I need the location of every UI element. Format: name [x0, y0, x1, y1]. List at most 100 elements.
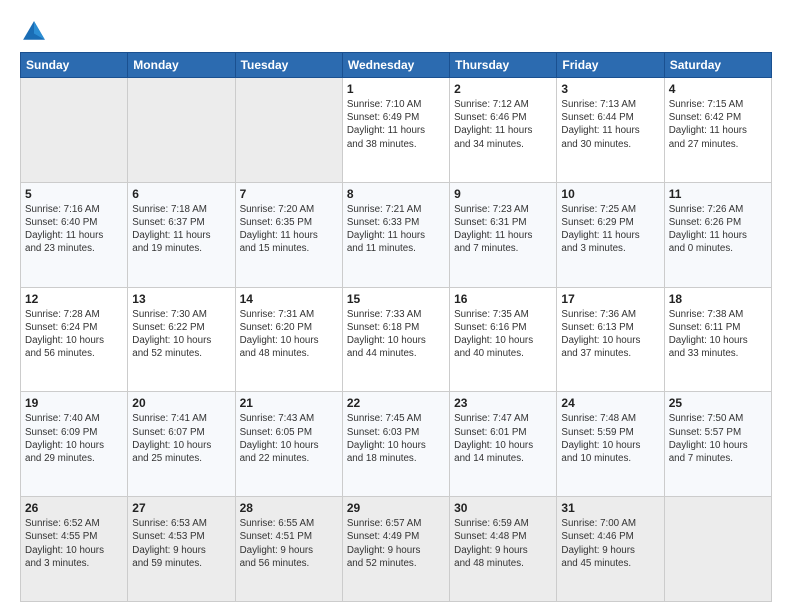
calendar-cell: 30 Sunrise: 6:59 AM Sunset: 4:48 PM Dayli…	[450, 497, 557, 602]
day-info: Sunrise: 7:15 AM Sunset: 6:42 PM Dayligh…	[669, 98, 767, 151]
day-info: Sunrise: 7:00 AM Sunset: 4:46 PM Dayligh…	[561, 517, 659, 570]
calendar-cell: 21 Sunrise: 7:43 AM Sunset: 6:05 PM Dayli…	[235, 392, 342, 497]
day-info: Sunrise: 7:43 AM Sunset: 6:05 PM Dayligh…	[240, 412, 338, 465]
day-info: Sunrise: 7:21 AM Sunset: 6:33 PM Dayligh…	[347, 203, 445, 256]
day-info: Sunrise: 7:16 AM Sunset: 6:40 PM Dayligh…	[25, 203, 123, 256]
day-number: 21	[240, 396, 338, 410]
page: SundayMondayTuesdayWednesdayThursdayFrid…	[0, 0, 792, 612]
calendar-cell: 6 Sunrise: 7:18 AM Sunset: 6:37 PM Daylig…	[128, 182, 235, 287]
calendar-cell: 17Sunrise: 7:36 AM Sunset: 6:13 PM Dayli…	[557, 287, 664, 392]
day-number: 20	[132, 396, 230, 410]
calendar-cell: 31 Sunrise: 7:00 AM Sunset: 4:46 PM Dayli…	[557, 497, 664, 602]
day-number: 9	[454, 187, 552, 201]
day-number: 23	[454, 396, 552, 410]
day-number: 24	[561, 396, 659, 410]
calendar-cell: 26 Sunrise: 6:52 AM Sunset: 4:55 PM Dayli…	[21, 497, 128, 602]
logo-icon	[20, 18, 48, 46]
day-info: Sunrise: 7:48 AM Sunset: 5:59 PM Dayligh…	[561, 412, 659, 465]
day-info: Sunrise: 7:47 AM Sunset: 6:01 PM Dayligh…	[454, 412, 552, 465]
day-info: Sunrise: 7:45 AM Sunset: 6:03 PM Dayligh…	[347, 412, 445, 465]
calendar-cell: 23 Sunrise: 7:47 AM Sunset: 6:01 PM Dayli…	[450, 392, 557, 497]
calendar-cell: 22Sunrise: 7:45 AM Sunset: 6:03 PM Dayli…	[342, 392, 449, 497]
day-info: Sunrise: 7:38 AM Sunset: 6:11 PM Dayligh…	[669, 308, 767, 361]
day-number: 10	[561, 187, 659, 201]
weekday-header-wednesday: Wednesday	[342, 53, 449, 78]
day-number: 17	[561, 292, 659, 306]
day-number: 3	[561, 82, 659, 96]
weekday-header-saturday: Saturday	[664, 53, 771, 78]
calendar-cell: 4 Sunrise: 7:15 AM Sunset: 6:42 PM Daylig…	[664, 78, 771, 183]
day-info: Sunrise: 6:53 AM Sunset: 4:53 PM Dayligh…	[132, 517, 230, 570]
weekday-header-sunday: Sunday	[21, 53, 128, 78]
weekday-header-monday: Monday	[128, 53, 235, 78]
week-row-2: 5 Sunrise: 7:16 AM Sunset: 6:40 PM Daylig…	[21, 182, 772, 287]
day-info: Sunrise: 7:33 AM Sunset: 6:18 PM Dayligh…	[347, 308, 445, 361]
day-number: 27	[132, 501, 230, 515]
calendar-cell: 28 Sunrise: 6:55 AM Sunset: 4:51 PM Dayli…	[235, 497, 342, 602]
day-number: 29	[347, 501, 445, 515]
weekday-header-friday: Friday	[557, 53, 664, 78]
day-info: Sunrise: 7:50 AM Sunset: 5:57 PM Dayligh…	[669, 412, 767, 465]
calendar-cell: 18 Sunrise: 7:38 AM Sunset: 6:11 PM Dayli…	[664, 287, 771, 392]
week-row-3: 12Sunrise: 7:28 AM Sunset: 6:24 PM Dayli…	[21, 287, 772, 392]
day-info: Sunrise: 7:25 AM Sunset: 6:29 PM Dayligh…	[561, 203, 659, 256]
calendar-cell: 19 Sunrise: 7:40 AM Sunset: 6:09 PM Dayli…	[21, 392, 128, 497]
day-info: Sunrise: 7:40 AM Sunset: 6:09 PM Dayligh…	[25, 412, 123, 465]
calendar-cell: 5 Sunrise: 7:16 AM Sunset: 6:40 PM Daylig…	[21, 182, 128, 287]
calendar-cell: 25 Sunrise: 7:50 AM Sunset: 5:57 PM Dayli…	[664, 392, 771, 497]
day-info: Sunrise: 6:59 AM Sunset: 4:48 PM Dayligh…	[454, 517, 552, 570]
calendar-cell: 29 Sunrise: 6:57 AM Sunset: 4:49 PM Dayli…	[342, 497, 449, 602]
header	[20, 18, 772, 46]
day-number: 15	[347, 292, 445, 306]
day-info: Sunrise: 7:41 AM Sunset: 6:07 PM Dayligh…	[132, 412, 230, 465]
calendar-cell: 3 Sunrise: 7:13 AM Sunset: 6:44 PM Daylig…	[557, 78, 664, 183]
day-number: 26	[25, 501, 123, 515]
day-info: Sunrise: 7:10 AM Sunset: 6:49 PM Dayligh…	[347, 98, 445, 151]
day-number: 7	[240, 187, 338, 201]
day-number: 28	[240, 501, 338, 515]
weekday-header-row: SundayMondayTuesdayWednesdayThursdayFrid…	[21, 53, 772, 78]
day-number: 30	[454, 501, 552, 515]
day-number: 11	[669, 187, 767, 201]
day-info: Sunrise: 6:57 AM Sunset: 4:49 PM Dayligh…	[347, 517, 445, 570]
day-info: Sunrise: 7:30 AM Sunset: 6:22 PM Dayligh…	[132, 308, 230, 361]
day-number: 4	[669, 82, 767, 96]
day-info: Sunrise: 7:13 AM Sunset: 6:44 PM Dayligh…	[561, 98, 659, 151]
calendar-cell	[664, 497, 771, 602]
day-info: Sunrise: 7:35 AM Sunset: 6:16 PM Dayligh…	[454, 308, 552, 361]
day-number: 1	[347, 82, 445, 96]
day-number: 12	[25, 292, 123, 306]
day-number: 18	[669, 292, 767, 306]
day-number: 25	[669, 396, 767, 410]
day-number: 19	[25, 396, 123, 410]
day-number: 6	[132, 187, 230, 201]
calendar-cell: 27 Sunrise: 6:53 AM Sunset: 4:53 PM Dayli…	[128, 497, 235, 602]
calendar-cell: 24 Sunrise: 7:48 AM Sunset: 5:59 PM Dayli…	[557, 392, 664, 497]
calendar-cell	[235, 78, 342, 183]
day-info: Sunrise: 7:20 AM Sunset: 6:35 PM Dayligh…	[240, 203, 338, 256]
day-info: Sunrise: 7:18 AM Sunset: 6:37 PM Dayligh…	[132, 203, 230, 256]
calendar: SundayMondayTuesdayWednesdayThursdayFrid…	[20, 52, 772, 602]
day-info: Sunrise: 7:31 AM Sunset: 6:20 PM Dayligh…	[240, 308, 338, 361]
day-number: 5	[25, 187, 123, 201]
week-row-1: 1 Sunrise: 7:10 AM Sunset: 6:49 PM Daylig…	[21, 78, 772, 183]
day-number: 14	[240, 292, 338, 306]
calendar-cell: 9Sunrise: 7:23 AM Sunset: 6:31 PM Daylig…	[450, 182, 557, 287]
calendar-cell: 1 Sunrise: 7:10 AM Sunset: 6:49 PM Daylig…	[342, 78, 449, 183]
weekday-header-tuesday: Tuesday	[235, 53, 342, 78]
week-row-5: 26 Sunrise: 6:52 AM Sunset: 4:55 PM Dayli…	[21, 497, 772, 602]
calendar-cell: 10 Sunrise: 7:25 AM Sunset: 6:29 PM Dayli…	[557, 182, 664, 287]
calendar-cell: 20 Sunrise: 7:41 AM Sunset: 6:07 PM Dayli…	[128, 392, 235, 497]
day-info: Sunrise: 7:26 AM Sunset: 6:26 PM Dayligh…	[669, 203, 767, 256]
calendar-cell: 12Sunrise: 7:28 AM Sunset: 6:24 PM Dayli…	[21, 287, 128, 392]
day-info: Sunrise: 6:55 AM Sunset: 4:51 PM Dayligh…	[240, 517, 338, 570]
calendar-cell: 16Sunrise: 7:35 AM Sunset: 6:16 PM Dayli…	[450, 287, 557, 392]
day-number: 31	[561, 501, 659, 515]
day-info: Sunrise: 6:52 AM Sunset: 4:55 PM Dayligh…	[25, 517, 123, 570]
calendar-cell	[128, 78, 235, 183]
calendar-cell: 7 Sunrise: 7:20 AM Sunset: 6:35 PM Daylig…	[235, 182, 342, 287]
calendar-cell: 11 Sunrise: 7:26 AM Sunset: 6:26 PM Dayli…	[664, 182, 771, 287]
calendar-cell: 8Sunrise: 7:21 AM Sunset: 6:33 PM Daylig…	[342, 182, 449, 287]
day-number: 2	[454, 82, 552, 96]
calendar-cell	[21, 78, 128, 183]
